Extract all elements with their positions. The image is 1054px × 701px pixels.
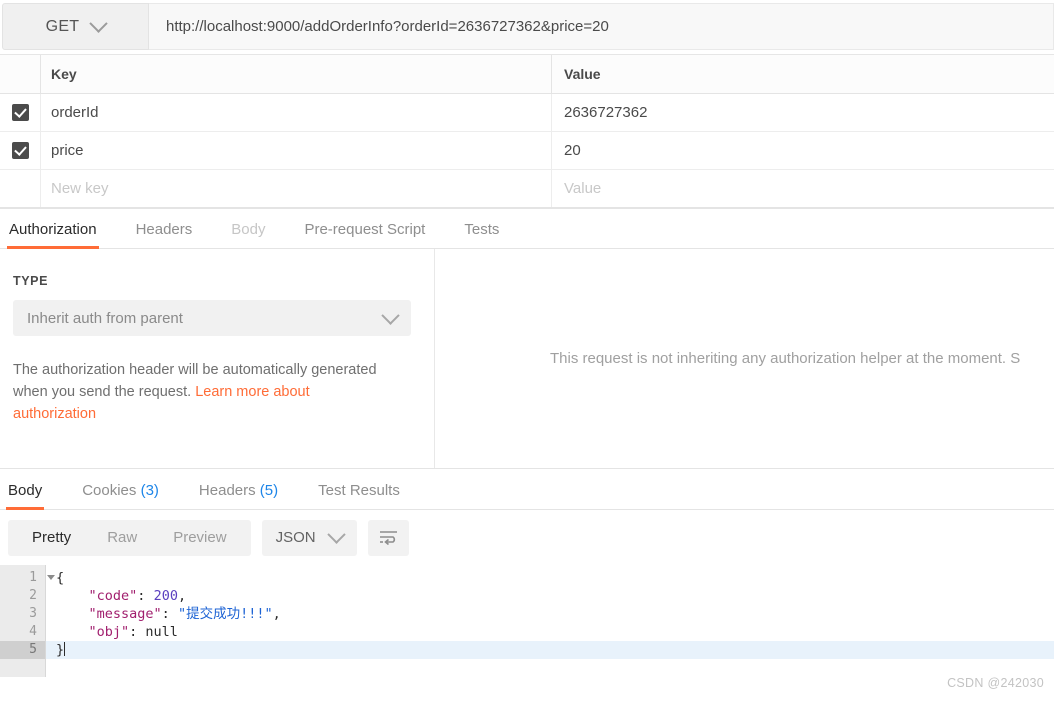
auth-type-select[interactable]: Inherit auth from parent — [13, 300, 411, 336]
authorization-settings: TYPE Inherit auth from parent The author… — [0, 249, 435, 468]
line-number-text: 5 — [29, 642, 37, 657]
line-number-text: 2 — [29, 588, 37, 603]
request-url-bar: GET http://localhost:9000/addOrderInfo?o… — [0, 0, 1054, 55]
code-token: , — [272, 606, 281, 622]
line-number-text: 1 — [29, 570, 37, 585]
http-method-label: GET — [45, 17, 80, 35]
new-value-input[interactable]: Value — [552, 170, 1054, 207]
json-key: "obj" — [88, 624, 130, 640]
word-wrap-icon — [379, 531, 397, 545]
response-tab-body-label: Body — [8, 482, 43, 499]
param-value[interactable]: 2636727362 — [552, 94, 1054, 131]
code-line-active[interactable]: } — [46, 641, 1054, 659]
code-line[interactable]: "code": 200, — [46, 587, 1054, 605]
json-key: "message" — [88, 606, 162, 622]
word-wrap-button[interactable] — [367, 519, 409, 556]
code-token: { — [56, 570, 65, 586]
header-checkbox-cell — [0, 55, 41, 93]
cookies-count: (3) — [140, 482, 159, 499]
view-mode-raw[interactable]: Raw — [89, 520, 155, 556]
response-tab-test-results-label: Test Results — [318, 482, 400, 499]
table-row[interactable]: orderId 2636727362 — [0, 94, 1054, 132]
tab-authorization[interactable]: Authorization — [7, 221, 99, 249]
line-number-active[interactable]: 5 — [0, 641, 45, 659]
code-token: } — [56, 642, 65, 658]
header-key: Key — [41, 55, 552, 93]
header-value: Value — [564, 66, 601, 82]
line-number-text: 4 — [29, 624, 37, 639]
checkbox-checked-icon[interactable] — [11, 142, 29, 159]
response-tab-cookies-label: Cookies — [82, 482, 137, 499]
code-token: : — [137, 588, 154, 604]
response-tab-headers-label: Headers — [198, 482, 256, 499]
authorization-info-pane: This request is not inheriting any autho… — [435, 249, 1054, 468]
tab-pre-request-script[interactable]: Pre-request Script — [304, 221, 425, 248]
text-cursor — [64, 642, 66, 656]
auth-inherit-message: This request is not inheriting any autho… — [550, 350, 1021, 367]
row-checkbox-cell[interactable] — [0, 132, 41, 169]
line-number-text: 3 — [29, 606, 37, 621]
param-key[interactable]: orderId — [41, 94, 552, 131]
query-params-table: Key Value orderId 2636727362 price 20 Ne… — [0, 55, 1054, 209]
auth-description: The authorization header will be automat… — [13, 359, 388, 425]
response-tab-cookies[interactable]: Cookies (3) — [82, 482, 159, 509]
headers-count: (5) — [259, 482, 279, 499]
chevron-down-icon — [89, 14, 109, 33]
url-text: http://localhost:9000/addOrderInfo?order… — [166, 18, 609, 35]
code-line[interactable]: "obj": null — [46, 623, 1054, 641]
tab-body[interactable]: Body — [231, 221, 265, 248]
chevron-down-icon — [326, 525, 346, 544]
line-number[interactable]: 4 — [0, 623, 45, 641]
line-number-gutter: 1 2 3 4 5 — [0, 565, 55, 677]
request-tab-bar: Authorization Headers Body Pre-request S… — [0, 209, 1054, 249]
code-line[interactable]: "message": "提交成功!!!", — [46, 605, 1054, 623]
json-number: 200 — [153, 588, 178, 604]
code-token: : — [129, 624, 146, 640]
line-number[interactable]: 2 — [0, 587, 45, 605]
line-number[interactable]: 3 — [0, 605, 45, 623]
checkbox-checked-icon[interactable] — [11, 104, 29, 121]
new-key-input[interactable]: New key — [41, 170, 552, 207]
line-number[interactable]: 1 — [0, 569, 55, 587]
code-line[interactable]: { — [46, 569, 1054, 587]
tab-headers[interactable]: Headers — [136, 221, 193, 248]
param-value[interactable]: 20 — [552, 132, 1054, 169]
new-row-checkbox-cell — [0, 170, 41, 207]
table-header-row: Key Value — [0, 55, 1054, 94]
postman-window: GET http://localhost:9000/addOrderInfo?o… — [0, 0, 1054, 701]
response-tab-body[interactable]: Body — [5, 482, 45, 510]
auth-type-value: Inherit auth from parent — [27, 309, 183, 327]
table-row[interactable]: price 20 — [0, 132, 1054, 170]
watermark: CSDN @242030 — [947, 676, 1044, 690]
response-tab-headers[interactable]: Headers (5) — [199, 482, 278, 509]
row-checkbox-cell[interactable] — [0, 94, 41, 131]
authorization-panel: TYPE Inherit auth from parent The author… — [0, 249, 1054, 469]
http-method-selector[interactable]: GET — [2, 3, 149, 50]
param-key[interactable]: price — [41, 132, 552, 169]
code-token: , — [177, 588, 187, 604]
json-null: null — [145, 624, 178, 640]
view-mode-preview[interactable]: Preview — [155, 520, 244, 556]
json-string: "提交成功!!!" — [177, 606, 273, 622]
chevron-down-icon — [381, 305, 400, 325]
code-content[interactable]: { "code": 200, "message": "提交成功!!!", "ob… — [46, 565, 1054, 677]
response-tab-test-results[interactable]: Test Results — [318, 482, 400, 509]
auth-type-label: TYPE — [13, 274, 49, 288]
format-selector[interactable]: JSON — [261, 519, 357, 556]
tab-tests[interactable]: Tests — [464, 221, 499, 248]
view-mode-group: Pretty Raw Preview — [8, 519, 251, 556]
response-body-toolbar: Pretty Raw Preview JSON — [0, 510, 1054, 565]
view-mode-pretty[interactable]: Pretty — [14, 520, 89, 556]
response-body-editor[interactable]: 1 2 3 4 5 { "code": 200, "message": "提交成… — [0, 565, 1054, 677]
code-token: : — [161, 606, 178, 622]
format-label: JSON — [275, 529, 316, 546]
json-key: "code" — [88, 588, 138, 604]
url-input[interactable]: http://localhost:9000/addOrderInfo?order… — [149, 3, 1054, 50]
response-tab-bar: Body Cookies (3) Headers (5) Test Result… — [0, 469, 1054, 510]
table-row-new[interactable]: New key Value — [0, 170, 1054, 208]
